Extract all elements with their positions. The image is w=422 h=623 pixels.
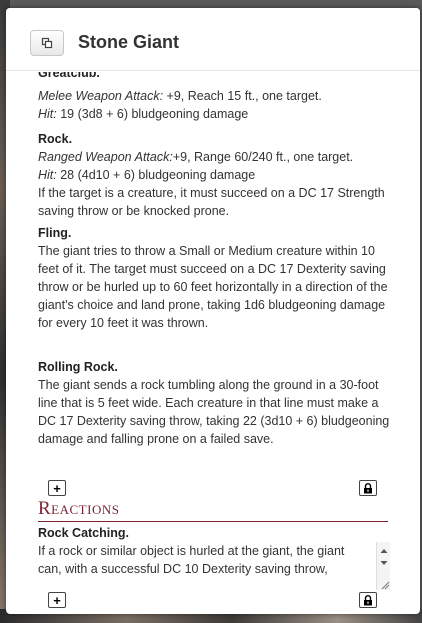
reactions-section-title: Reactions [38, 498, 388, 522]
action-name: Fling. [38, 226, 72, 240]
action-name: Rock. [38, 132, 73, 146]
dialog-title: Stone Giant [78, 32, 180, 52]
reaction-text: If a rock or similar object is hurled at… [38, 544, 345, 576]
attack-details: +9, Reach 15 ft., one target. [163, 89, 322, 103]
add-reaction-button[interactable]: + [48, 592, 66, 608]
action-rolling-rock: Rolling Rock. The giant sends a rock tum… [38, 358, 390, 448]
action-rock: Rock. Ranged Weapon Attack:+9, Range 60/… [38, 130, 390, 220]
plus-icon: + [53, 480, 61, 496]
hit-label: Hit: [38, 107, 57, 121]
add-action-button[interactable]: + [48, 480, 66, 496]
action-text: The giant sends a rock tumbling along th… [38, 378, 390, 446]
dialog-body: Greatclub. Melee Weapon Attack: +9, Reac… [6, 72, 420, 614]
resize-grip-icon[interactable] [378, 578, 390, 590]
reaction-name: Rock Catching. [38, 526, 129, 540]
plus-icon: + [53, 592, 61, 608]
hit-label: Hit: [38, 168, 57, 182]
action-fling: Fling. The giant tries to throw a Small … [38, 224, 390, 332]
action-name: Rolling Rock. [38, 360, 118, 374]
reaction-text-area[interactable]: If a rock or similar object is hurled at… [38, 542, 390, 590]
lock-actions-button[interactable] [359, 480, 377, 496]
action-name: Greatclub. [38, 72, 100, 80]
attack-details: +9, Range 60/240 ft., one target. [172, 150, 354, 164]
lock-icon [364, 594, 372, 605]
popout-button[interactable] [30, 30, 64, 56]
reaction-rock-catching: Rock Catching. [38, 524, 390, 542]
popout-icon [41, 37, 53, 49]
scroll-down-icon[interactable] [377, 556, 390, 570]
dialog-header: Stone Giant [6, 8, 420, 71]
lock-icon [364, 482, 372, 493]
action-text: If the target is a creature, it must suc… [38, 186, 385, 218]
attack-type: Melee Weapon Attack: [38, 89, 164, 103]
textarea-scrollbar[interactable] [376, 542, 390, 590]
hit-details: 19 (3d8 + 6) bludgeoning damage [56, 107, 249, 121]
stat-block-dialog: Stone Giant Greatclub. Melee Weapon Atta… [6, 8, 420, 614]
lock-reactions-button[interactable] [359, 592, 377, 608]
attack-type: Ranged Weapon Attack: [38, 150, 173, 164]
action-text: The giant tries to throw a Small or Medi… [38, 244, 388, 330]
hit-details: 28 (4d10 + 6) bludgeoning damage [56, 168, 256, 182]
